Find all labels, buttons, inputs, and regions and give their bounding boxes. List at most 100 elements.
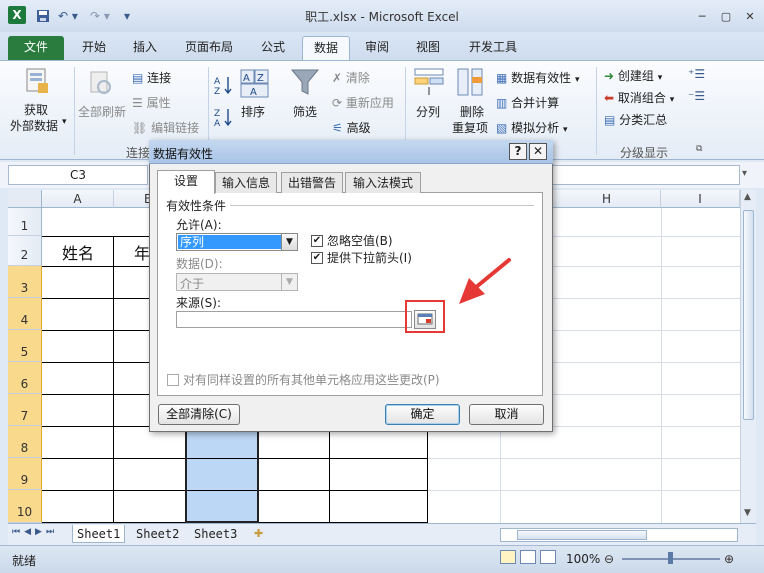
vertical-scrollbar[interactable]: ▲ ▼ — [740, 190, 756, 523]
sort-button[interactable]: 排序 — [241, 103, 265, 120]
clear-label: 清除 — [345, 71, 370, 85]
edit-links-button[interactable]: ⛓ 编辑链接 — [132, 119, 199, 136]
tab-settings[interactable]: 设置 — [157, 170, 215, 194]
properties-button[interactable]: ☰ 属性 — [132, 94, 171, 111]
select-all-corner[interactable] — [8, 190, 42, 208]
show-detail-icon[interactable]: ⁺☰ — [688, 67, 705, 81]
sort-az-icon[interactable]: AZ — [214, 75, 234, 98]
dialog-launcher-icon[interactable]: ⧉ — [696, 144, 702, 154]
sheet-tab-1[interactable]: Sheet1 — [72, 525, 126, 543]
advanced-button[interactable]: ⚟ 高级 — [332, 119, 371, 136]
close-button[interactable]: ✕ — [738, 8, 762, 25]
sheet-nav-icon[interactable]: ⏮◀▶⏭ — [12, 527, 58, 537]
clear-button[interactable]: ✗ 清除 — [332, 69, 370, 86]
group-button[interactable]: ➜ 创建组 ▾ — [604, 67, 662, 84]
scroll-thumb[interactable] — [743, 210, 754, 420]
dialog-help-button[interactable]: ? — [509, 143, 527, 160]
get-external-data-button[interactable]: 获取 — [24, 101, 48, 118]
row-header[interactable]: 4 — [8, 298, 42, 330]
tab-home[interactable]: 开始 — [72, 36, 116, 60]
scroll-up-icon[interactable]: ▲ — [744, 192, 751, 202]
row-header[interactable]: 8 — [8, 426, 42, 458]
maximize-button[interactable]: ▢ — [714, 8, 738, 25]
subtotal-button[interactable]: ▤ 分类汇总 — [604, 111, 667, 128]
tab-data[interactable]: 数据 — [302, 36, 350, 60]
normal-view-icon[interactable] — [500, 550, 516, 564]
row-header[interactable]: 7 — [8, 394, 42, 426]
row-header[interactable]: 2 — [8, 236, 42, 266]
red-arrow — [459, 258, 511, 304]
tab-file[interactable]: 文件 — [8, 36, 64, 60]
data-select[interactable]: 介于 ▼ — [176, 273, 298, 291]
tab-view[interactable]: 视图 — [404, 36, 452, 60]
text-to-columns-button[interactable]: 分列 — [416, 103, 440, 120]
tab-formulas[interactable]: 公式 — [250, 36, 296, 60]
what-if-button[interactable]: ▧ 模拟分析 ▾ — [496, 119, 568, 136]
ungroup-button[interactable]: ⬅ 取消组合 ▾ — [604, 89, 674, 106]
data-label: 数据(D): — [176, 257, 223, 271]
dialog-close-button[interactable]: ✕ — [529, 143, 547, 160]
tab-insert[interactable]: 插入 — [122, 36, 168, 60]
allow-select[interactable]: 序列 ▼ — [176, 233, 298, 251]
tab-review[interactable]: 审阅 — [356, 36, 398, 60]
cell-a2[interactable]: 姓名 — [62, 240, 94, 264]
connections-button[interactable]: ▤ 连接 — [132, 69, 171, 86]
row-header[interactable]: 6 — [8, 362, 42, 394]
tab-error-alert[interactable]: 出错警告 — [281, 172, 343, 193]
zoom-slider-handle[interactable] — [668, 552, 673, 564]
chevron-down-icon: ▾ — [62, 117, 67, 127]
chevron-down-icon[interactable]: ▼ — [281, 234, 297, 250]
tab-developer[interactable]: 开发工具 — [458, 36, 528, 60]
name-box[interactable]: C3 — [8, 165, 148, 185]
row-header[interactable]: 3 — [8, 266, 42, 298]
row-header[interactable]: 9 — [8, 458, 42, 490]
hide-detail-icon[interactable]: ⁻☰ — [688, 89, 705, 103]
dialog-title-bar: 数据有效性 ? ✕ — [149, 140, 553, 164]
tab-input-message[interactable]: 输入信息 — [215, 172, 277, 193]
row-header[interactable]: 10 — [8, 490, 42, 523]
zoom-level[interactable]: 100% — [566, 552, 600, 566]
scroll-down-icon[interactable]: ▼ — [744, 508, 751, 518]
divider — [230, 205, 534, 206]
cell-b2[interactable]: 年 — [134, 240, 150, 264]
ok-button[interactable]: 确定 — [385, 404, 460, 425]
sheet-tab-3[interactable]: Sheet3 — [190, 525, 241, 543]
column-header-a[interactable]: A — [42, 190, 114, 208]
column-header-h[interactable]: H — [553, 190, 661, 208]
expand-formula-icon[interactable]: ▾ — [742, 168, 747, 179]
refresh-all-button[interactable]: 全部刷新 — [78, 103, 126, 120]
chevron-down-icon[interactable]: ▼ — [281, 274, 297, 290]
remove-duplicates-button[interactable]: 删除 — [460, 103, 484, 120]
column-header-b[interactable]: B — [114, 190, 152, 208]
cancel-button[interactable]: 取消 — [469, 404, 544, 425]
consolidate-button[interactable]: ▥ 合并计算 — [496, 94, 559, 111]
zoom-in-icon[interactable]: ⊕ — [724, 552, 734, 566]
insert-sheet-icon[interactable]: ✚ — [254, 527, 263, 540]
column-header-i[interactable]: I — [661, 190, 740, 208]
tab-page-layout[interactable]: 页面布局 — [176, 36, 242, 60]
in-cell-dropdown-checkbox[interactable]: ✔ — [311, 252, 323, 264]
sort-za-icon[interactable]: ZA — [214, 107, 234, 130]
data-validation-button[interactable]: ▦ 数据有效性 ▾ — [496, 69, 580, 86]
filter-button[interactable]: 筛选 — [293, 103, 317, 120]
apply-all-checkbox[interactable] — [167, 374, 179, 386]
remove-duplicates-icon — [456, 67, 486, 100]
tab-ime-mode[interactable]: 输入法模式 — [345, 172, 421, 193]
h-scroll-thumb[interactable] — [517, 530, 647, 540]
page-layout-view-icon[interactable] — [520, 550, 536, 564]
gridline — [661, 208, 662, 523]
source-input[interactable] — [176, 311, 412, 328]
clear-all-button[interactable]: 全部清除(C) — [158, 404, 240, 425]
zoom-out-icon[interactable]: ⊖ — [604, 552, 614, 566]
ignore-blank-checkbox[interactable]: ✔ — [311, 235, 323, 247]
horizontal-scrollbar[interactable] — [500, 528, 738, 542]
ignore-blank-label: 忽略空值(B) — [327, 234, 393, 248]
what-if-label: 模拟分析 — [511, 121, 560, 135]
minimize-button[interactable]: ─ — [690, 8, 714, 25]
formula-input[interactable] — [545, 165, 740, 185]
row-header[interactable]: 1 — [8, 208, 42, 236]
reapply-button[interactable]: ⟳ 重新应用 — [332, 94, 394, 111]
page-break-view-icon[interactable] — [540, 550, 556, 564]
row-header[interactable]: 5 — [8, 330, 42, 362]
sheet-tab-2[interactable]: Sheet2 — [132, 525, 183, 543]
